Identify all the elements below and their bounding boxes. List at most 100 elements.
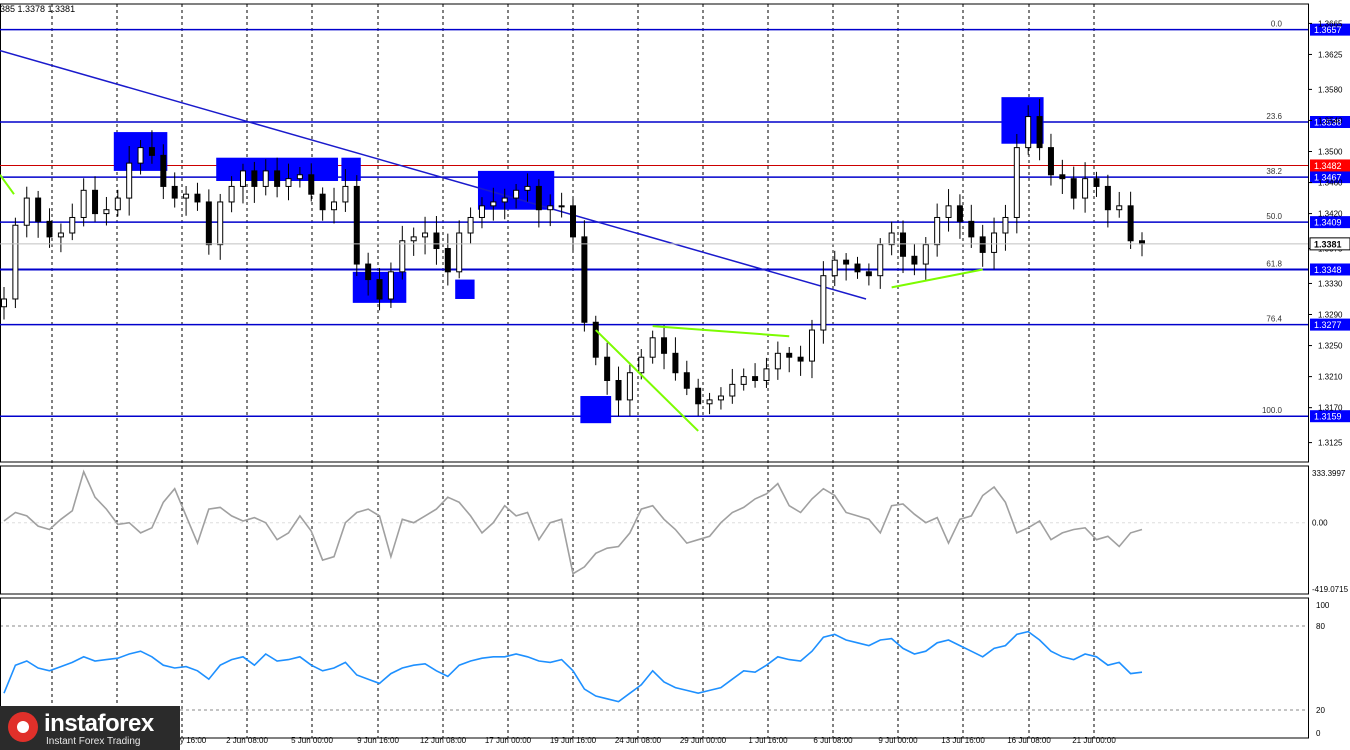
candle-body (137, 147, 144, 164)
fib-pct-label: 0.0 (1271, 20, 1283, 29)
candle-body (888, 232, 895, 246)
candle-body (228, 185, 235, 203)
time-label: 17 Jun 00:00 (485, 736, 532, 745)
candle-body (365, 263, 372, 281)
candle-body (1, 298, 7, 308)
time-label: 13 Jul 16:00 (941, 736, 985, 745)
candle-body (331, 201, 338, 211)
candle-body (1070, 178, 1077, 199)
rsi-tick-label: 0 (1316, 729, 1321, 738)
candle-body (911, 255, 918, 265)
candle-body (672, 352, 679, 374)
divergence-line (891, 268, 983, 289)
candle-body (854, 263, 861, 273)
candle-body (376, 279, 383, 300)
candle-body (194, 193, 201, 203)
candle-body (467, 216, 474, 234)
candle-body (558, 205, 565, 208)
price-tick-label: 1.3420 (1318, 210, 1343, 219)
candle-body (865, 271, 872, 277)
time-label: 2 Jun 08:00 (226, 736, 268, 745)
candle-body (35, 197, 42, 222)
fib-pct-label: 100.0 (1262, 406, 1283, 415)
candle-body (729, 383, 736, 397)
candle-body (820, 275, 827, 331)
divergence-lines (0, 174, 983, 432)
candle-body (752, 376, 759, 381)
candle-body (422, 232, 429, 238)
ticker-readout: 385 1.3378 1.3381 (0, 4, 76, 14)
red-price-label: 1.3482 (1314, 161, 1342, 171)
highlight-box (455, 279, 475, 299)
candle-body (262, 170, 269, 187)
candle-body (126, 162, 133, 199)
fib-pct-label: 76.4 (1266, 315, 1282, 324)
time-label: 6 Jul 08:00 (813, 736, 853, 745)
price-tick-label: 1.3250 (1318, 342, 1343, 351)
time-label: 16 Jul 08:00 (1007, 736, 1051, 745)
candle-body (274, 170, 281, 187)
candle-body (774, 352, 781, 370)
price-tick-label: 1.3665 (1318, 19, 1343, 28)
fib-pct-label: 23.6 (1266, 112, 1282, 121)
candle-body (717, 395, 724, 401)
time-label: 21 Jul 00:00 (1072, 736, 1116, 745)
panel-frames (0, 3, 1309, 739)
time-label: 1 Jul 16:00 (748, 736, 788, 745)
instaforex-logo: instaforex Instant Forex Trading (0, 706, 180, 750)
candle-body (592, 321, 599, 358)
logo-tagline: Instant Forex Trading (46, 736, 141, 747)
candle-body (490, 201, 497, 207)
candle-body (535, 185, 542, 211)
rsi-tick-label: 20 (1316, 706, 1325, 715)
forex-chart[interactable]: 0.01.365723.61.353838.21.346750.01.34096… (0, 0, 1350, 750)
candle-body (1047, 147, 1054, 176)
candle-body (1093, 178, 1100, 187)
candle-body (956, 205, 963, 222)
candle-body (399, 240, 406, 273)
candle-body (763, 368, 770, 381)
candle-body (638, 356, 645, 374)
candle-body (877, 244, 884, 277)
candle-body (1025, 116, 1032, 149)
candle-body (1104, 185, 1111, 211)
candle-body (1127, 205, 1134, 242)
candle-body (683, 372, 690, 389)
fib-price-label: 1.3277 (1314, 320, 1342, 330)
candle-body (46, 220, 53, 238)
fib-price-label: 1.3409 (1314, 218, 1342, 228)
candle-body (183, 193, 190, 199)
candle-body (205, 201, 212, 246)
price-tick-label: 1.3125 (1318, 439, 1343, 448)
price-tick-label: 1.3540 (1318, 116, 1343, 125)
candle-body (319, 193, 326, 211)
candle-body (604, 356, 611, 381)
candle-body (103, 209, 110, 215)
candle-body (979, 236, 986, 253)
candle-body (945, 205, 952, 218)
candle-body (114, 197, 121, 211)
candle-body (968, 220, 975, 238)
candle-body (808, 329, 815, 362)
price-tick-label: 1.3330 (1318, 279, 1343, 288)
candle-body (1002, 216, 1009, 234)
price-tick-label: 1.3170 (1318, 404, 1343, 413)
candle-body (547, 205, 554, 211)
candle-body (57, 232, 64, 238)
candle-body (843, 259, 850, 265)
time-label: 9 Jun 16:00 (357, 736, 399, 745)
candle-body (342, 185, 349, 203)
candle-body (695, 387, 702, 405)
candle-body (797, 356, 804, 362)
candle-body (23, 197, 30, 226)
time-label: 24 Jun 08:00 (615, 736, 662, 745)
time-axis: 2026 May28 May 16:002 Jun 08:005 Jun 00:… (48, 736, 1117, 745)
candle-body (1013, 147, 1020, 218)
candle-body (706, 399, 713, 405)
grid-lines (0, 4, 1308, 738)
candle-body (740, 376, 747, 385)
candle-body (501, 197, 508, 203)
highlight-boxes (113, 97, 1044, 424)
price-tick-label: 1.3460 (1318, 179, 1343, 188)
time-label: 5 Jun 00:00 (291, 736, 333, 745)
